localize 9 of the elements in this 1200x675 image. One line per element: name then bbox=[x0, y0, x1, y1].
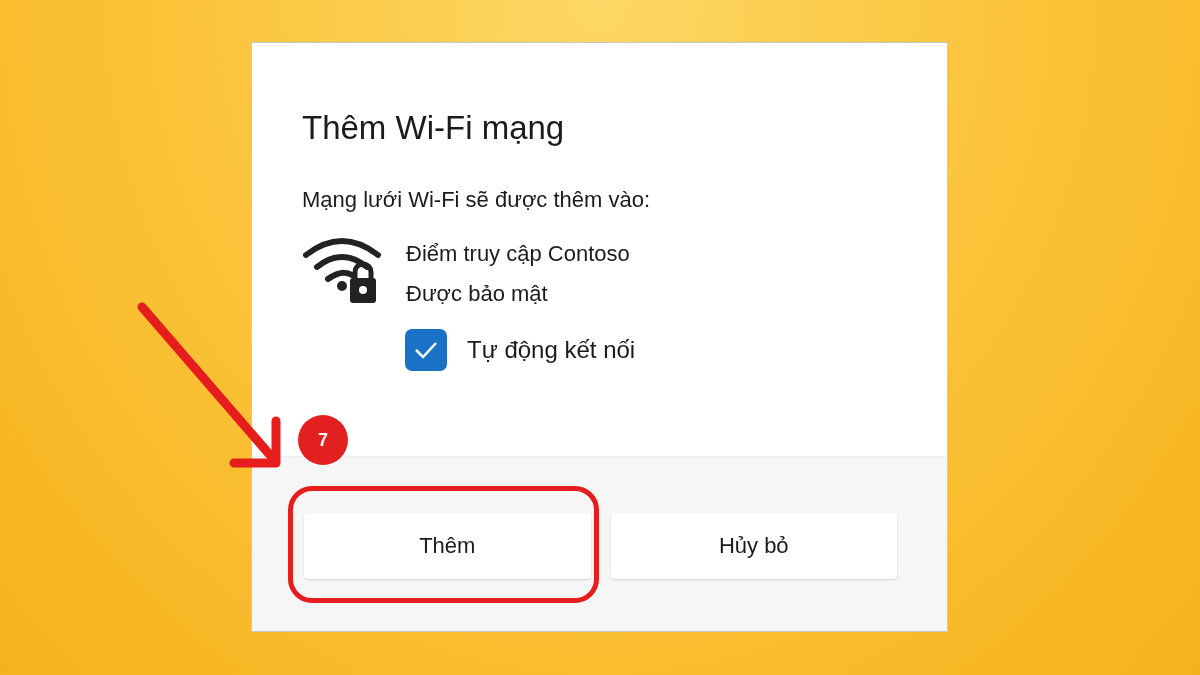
security-status: Được bảo mật bbox=[406, 281, 549, 307]
checkbox[interactable] bbox=[405, 329, 447, 371]
network-name: Điểm truy cập Contoso bbox=[406, 241, 630, 267]
cancel-button[interactable]: Hủy bỏ bbox=[610, 513, 897, 579]
dialog-title: Thêm Wi-Fi mạng bbox=[302, 109, 566, 147]
checkmark-icon bbox=[414, 341, 438, 359]
add-button[interactable]: Thêm bbox=[304, 513, 591, 579]
checkbox-label: Tự động kết nối bbox=[467, 336, 636, 364]
dialog-message: Mạng lưới Wi-Fi sẽ được thêm vào: bbox=[302, 187, 652, 213]
